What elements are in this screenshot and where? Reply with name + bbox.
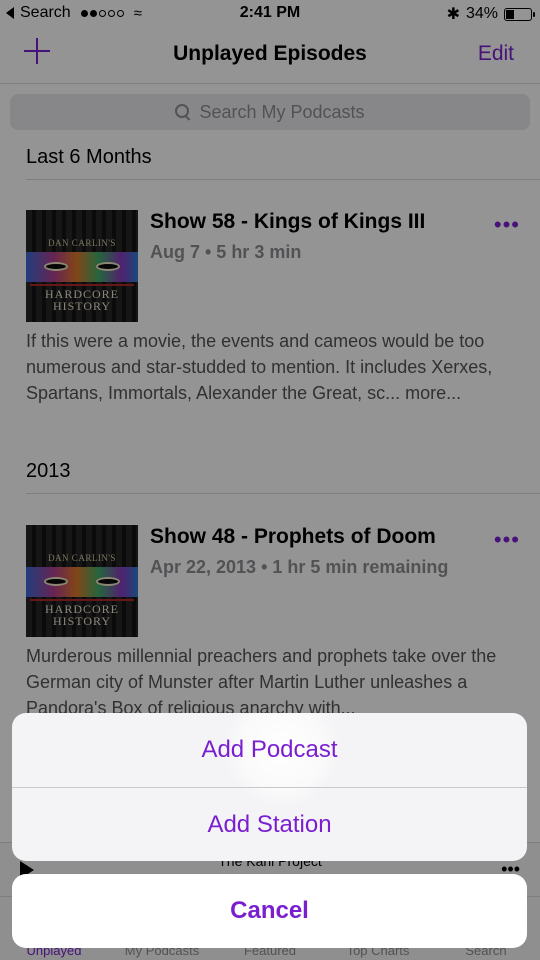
add-station-button[interactable]: Add Station xyxy=(12,788,527,861)
cancel-button[interactable]: Cancel xyxy=(12,874,527,948)
add-podcast-button[interactable]: Add Podcast xyxy=(12,713,527,787)
podcasts-app: Search ≈ 2:41 PM ✱ 34% Unplayed Episodes… xyxy=(0,0,540,960)
action-sheet: Add Podcast Add Station xyxy=(12,713,527,861)
